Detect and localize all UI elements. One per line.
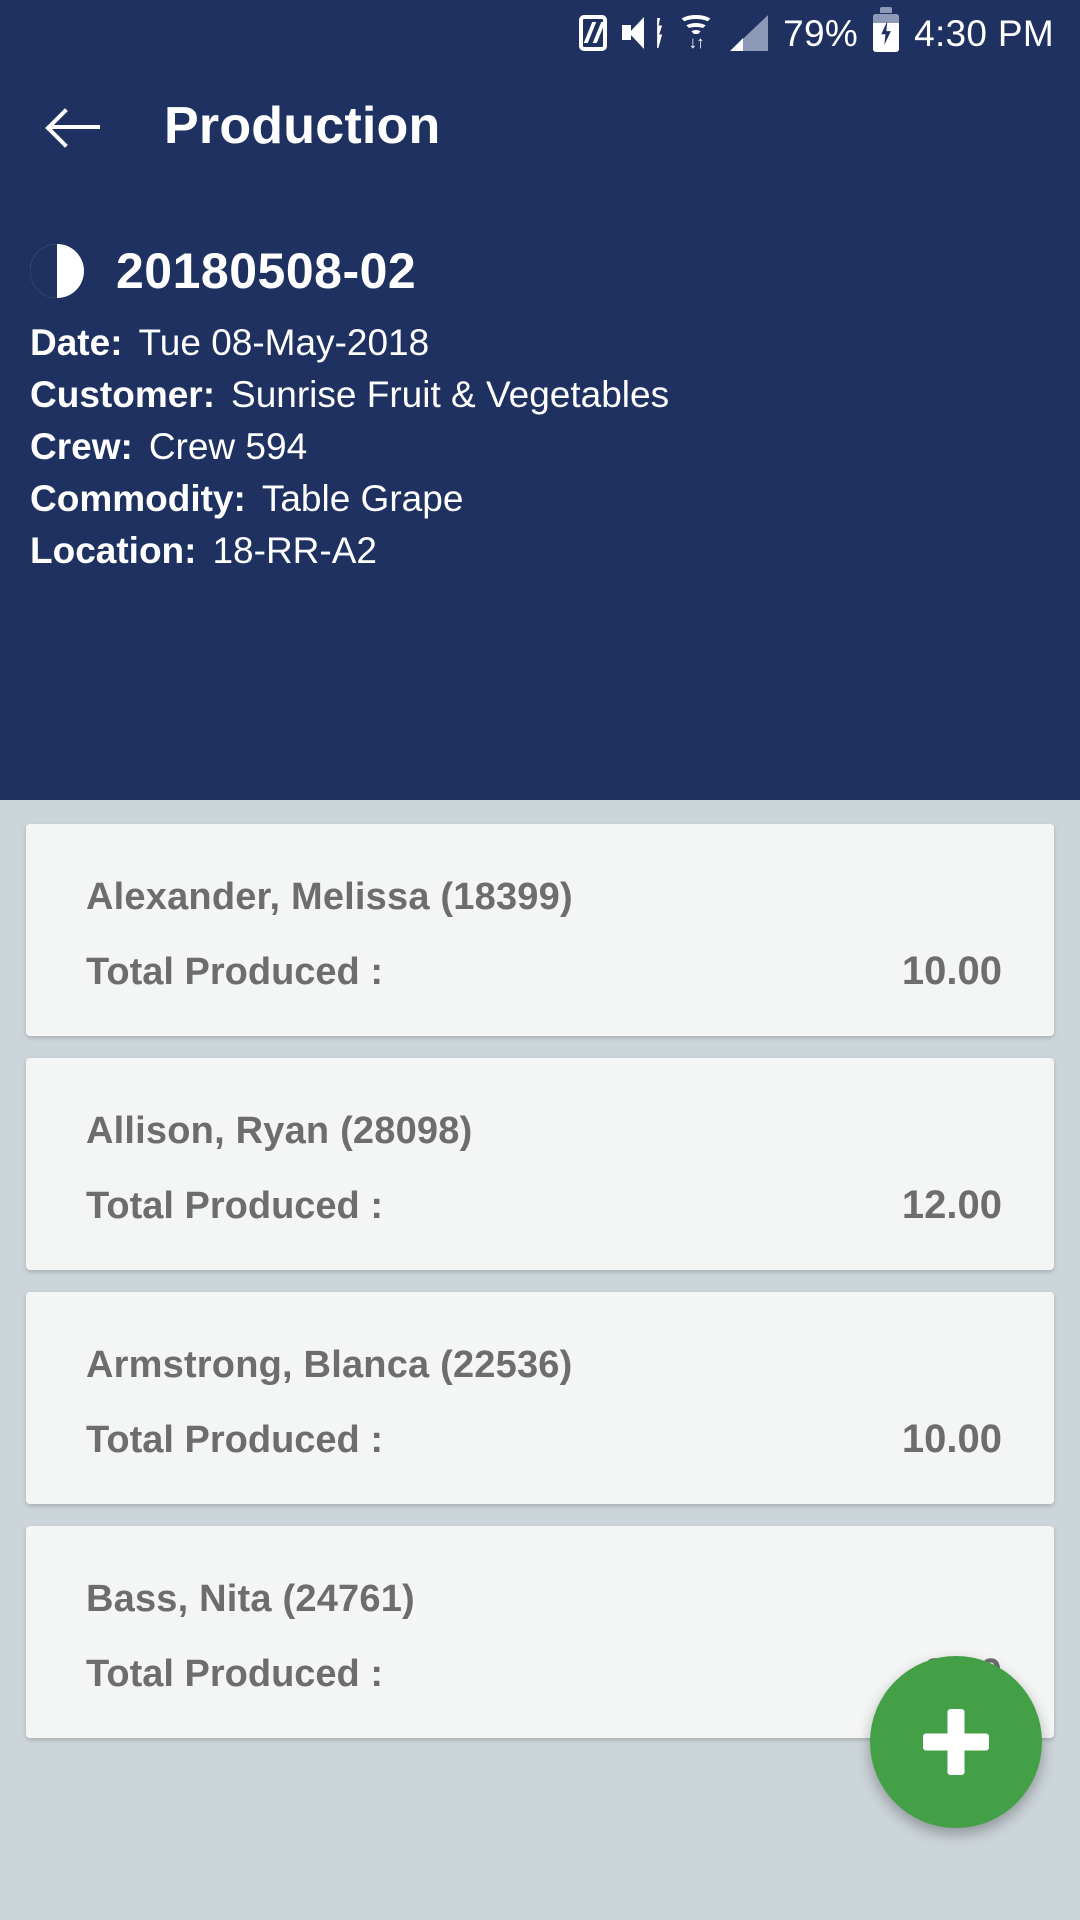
total-produced-row: Total Produced : 10.00 bbox=[86, 949, 1008, 994]
record-summary: 20180508-02 Date: Tue 08-May-2018 Custom… bbox=[0, 186, 1080, 572]
worker-name: Alexander, Melissa (18399) bbox=[86, 876, 573, 918]
record-id-row: 20180508-02 bbox=[30, 242, 1080, 300]
signal-icon bbox=[730, 15, 769, 51]
total-produced-row: Total Produced : 8.00 bbox=[86, 1651, 1008, 1696]
half-circle-icon bbox=[30, 244, 84, 298]
worker-name: Armstrong, Blanca (22536) bbox=[86, 1344, 573, 1386]
production-list: Alexander, Melissa (18399) Total Produce… bbox=[0, 800, 1080, 1920]
field-crew-label: Crew: bbox=[30, 426, 133, 467]
field-date-value: Tue 08-May-2018 bbox=[138, 322, 430, 363]
worker-name: Bass, Nita (24761) bbox=[86, 1578, 415, 1620]
battery-icon bbox=[873, 14, 900, 52]
list-item[interactable]: Armstrong, Blanca (22536) Total Produced… bbox=[26, 1292, 1054, 1504]
field-commodity-label: Commodity: bbox=[30, 478, 246, 519]
total-produced-row: Total Produced : 10.00 bbox=[86, 1417, 1008, 1462]
total-produced-value: 10.00 bbox=[901, 949, 1002, 993]
field-location-label: Location: bbox=[30, 530, 197, 571]
battery-percent-label: 79% bbox=[783, 12, 859, 54]
add-production-fab[interactable] bbox=[870, 1656, 1042, 1828]
total-produced-label: Total Produced : bbox=[86, 1653, 383, 1695]
nfc-icon bbox=[579, 15, 608, 51]
worker-name: Allison, Ryan (28098) bbox=[86, 1110, 473, 1152]
wifi-icon: ↓↑ bbox=[677, 15, 715, 51]
field-commodity: Commodity: Table Grape bbox=[30, 478, 1080, 520]
total-produced-value: 12.00 bbox=[901, 1183, 1002, 1227]
field-location: Location: 18-RR-A2 bbox=[30, 530, 1080, 572]
total-produced-label: Total Produced : bbox=[86, 1419, 383, 1461]
app-header: ↓↑ 79% 4:30 PM Production 20180508-02 Da… bbox=[0, 0, 1080, 800]
field-customer-value: Sunrise Fruit & Vegetables bbox=[231, 374, 670, 415]
total-produced-label: Total Produced : bbox=[86, 1185, 383, 1227]
title-bar: Production bbox=[0, 66, 1080, 186]
page-title: Production bbox=[164, 97, 441, 155]
back-arrow-icon[interactable] bbox=[44, 95, 106, 157]
field-date-label: Date: bbox=[30, 322, 123, 363]
list-item[interactable]: Allison, Ryan (28098) Total Produced : 1… bbox=[26, 1058, 1054, 1270]
total-produced-label: Total Produced : bbox=[86, 951, 383, 993]
mute-vibrate-icon bbox=[622, 16, 663, 50]
field-commodity-value: Table Grape bbox=[261, 478, 464, 519]
plus-icon-vertical bbox=[947, 1709, 965, 1775]
field-customer: Customer: Sunrise Fruit & Vegetables bbox=[30, 374, 1080, 416]
field-location-value: 18-RR-A2 bbox=[212, 530, 377, 571]
record-id-label: 20180508-02 bbox=[116, 243, 417, 299]
list-item[interactable]: Alexander, Melissa (18399) Total Produce… bbox=[26, 824, 1054, 1036]
status-bar: ↓↑ 79% 4:30 PM bbox=[0, 0, 1080, 66]
field-customer-label: Customer: bbox=[30, 374, 216, 415]
field-crew: Crew: Crew 594 bbox=[30, 426, 1080, 468]
clock-label: 4:30 PM bbox=[914, 12, 1054, 54]
total-produced-row: Total Produced : 12.00 bbox=[86, 1183, 1008, 1228]
field-crew-value: Crew 594 bbox=[148, 426, 308, 467]
total-produced-value: 10.00 bbox=[901, 1417, 1002, 1461]
field-date: Date: Tue 08-May-2018 bbox=[30, 322, 1080, 364]
